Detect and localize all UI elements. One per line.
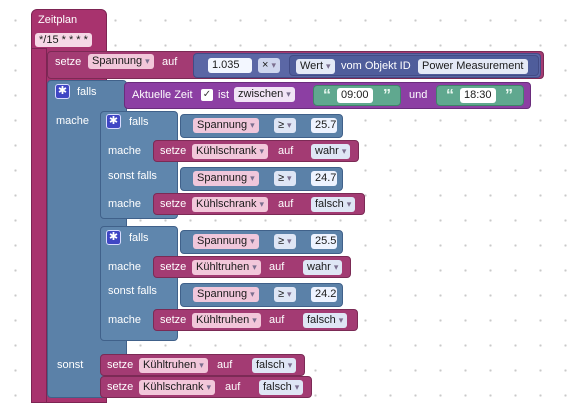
set-variable-dropdown[interactable]: Kühlschrank (192, 144, 269, 159)
to-keyword: auf (278, 145, 294, 157)
compare-operator-dropdown[interactable]: ≥ (274, 118, 296, 133)
if-keyword: falls (77, 86, 97, 98)
multiply-operator-dropdown[interactable]: × (258, 58, 280, 73)
set-variable-dropdown[interactable]: Kühlschrank (192, 197, 269, 212)
set-keyword: setze (107, 359, 134, 371)
quote-open-icon: “ (446, 87, 454, 104)
boolean-value-dropdown[interactable]: falsch (259, 380, 304, 395)
schedule-label: Zeitplan (38, 14, 78, 26)
set-keyword: setze (107, 381, 134, 393)
set-voltage-variable-dropdown[interactable]: Spannung (88, 54, 154, 69)
time-from-field[interactable]: 09:00 (337, 88, 373, 103)
set-keyword: setze (160, 145, 187, 157)
boolean-value-dropdown[interactable]: wahr (311, 144, 351, 159)
do-keyword: mache (108, 145, 142, 157)
gear-icon[interactable]: ✱ (106, 230, 121, 245)
boolean-value-dropdown[interactable]: falsch (311, 197, 356, 212)
gear-icon[interactable]: ✱ (106, 114, 121, 129)
if-keyword: falls (129, 116, 149, 128)
is-keyword: ist (218, 89, 229, 101)
compare-operator-dropdown[interactable]: ≥ (274, 171, 296, 186)
from-object-id-label: vom Objekt ID (341, 60, 411, 72)
quote-open-icon: “ (323, 87, 331, 104)
boolean-value-dropdown[interactable]: falsch (303, 313, 348, 328)
blockly-workspace[interactable]: Zeitplan */15 * * * * setze Spannung auf… (0, 0, 567, 403)
state-property-dropdown[interactable]: Wert (296, 59, 335, 74)
compare-value-field[interactable]: 25.7 (311, 118, 337, 133)
compare-variable-dropdown[interactable]: Spannung (193, 118, 259, 133)
do-keyword: mache (108, 261, 142, 273)
time-to-field[interactable]: 18:30 (460, 88, 496, 103)
boolean-value-dropdown[interactable]: falsch (252, 358, 297, 373)
object-id-field[interactable]: Power Measurement (418, 59, 528, 74)
do-keyword: mache (108, 198, 142, 210)
and-keyword: und (409, 89, 428, 101)
quote-close-icon: ” (505, 87, 513, 104)
else-if-keyword: sonst falls (108, 170, 157, 182)
to-keyword: auf (278, 198, 294, 210)
compare-variable-dropdown[interactable]: Spannung (193, 234, 259, 249)
current-time-checkbox[interactable]: ✓ (201, 89, 213, 101)
compare-value-field[interactable]: 24.7 (311, 171, 337, 186)
do-keyword: mache (108, 314, 142, 326)
boolean-value-dropdown[interactable]: wahr (303, 260, 343, 275)
time-mode-dropdown[interactable]: zwischen (234, 87, 295, 102)
gear-icon[interactable]: ✱ (55, 84, 70, 99)
compare-variable-dropdown[interactable]: Spannung (193, 287, 259, 302)
set-keyword: setze (55, 56, 82, 68)
set-keyword: setze (160, 198, 187, 210)
to-keyword: auf (269, 314, 285, 326)
else-keyword: sonst (57, 359, 84, 371)
to-keyword: auf (217, 359, 233, 371)
set-variable-dropdown[interactable]: Kühlschrank (139, 380, 216, 395)
compare-variable-dropdown[interactable]: Spannung (193, 171, 259, 186)
do-keyword: mache (56, 115, 90, 127)
if-keyword: falls (129, 232, 149, 244)
compare-value-field[interactable]: 25.5 (311, 234, 337, 249)
quote-close-icon: ” (383, 87, 391, 104)
else-if-keyword: sonst falls (108, 285, 157, 297)
to-keyword: auf (162, 56, 178, 68)
compare-value-field[interactable]: 24.2 (311, 287, 337, 302)
schedule-cron-field[interactable]: */15 * * * * (35, 33, 92, 47)
set-keyword: setze (160, 261, 187, 273)
current-time-label: Aktuelle Zeit (132, 89, 193, 101)
multiplier-number-field[interactable]: 1.035 (208, 58, 252, 73)
set-variable-dropdown[interactable]: Kühltruhen (139, 358, 208, 373)
compare-operator-dropdown[interactable]: ≥ (274, 287, 296, 302)
set-keyword: setze (160, 314, 187, 326)
to-keyword: auf (225, 381, 241, 393)
schedule-body (31, 48, 47, 403)
set-variable-dropdown[interactable]: Kühltruhen (192, 260, 261, 275)
compare-operator-dropdown[interactable]: ≥ (274, 234, 296, 249)
to-keyword: auf (269, 261, 285, 273)
set-variable-dropdown[interactable]: Kühltruhen (192, 313, 261, 328)
